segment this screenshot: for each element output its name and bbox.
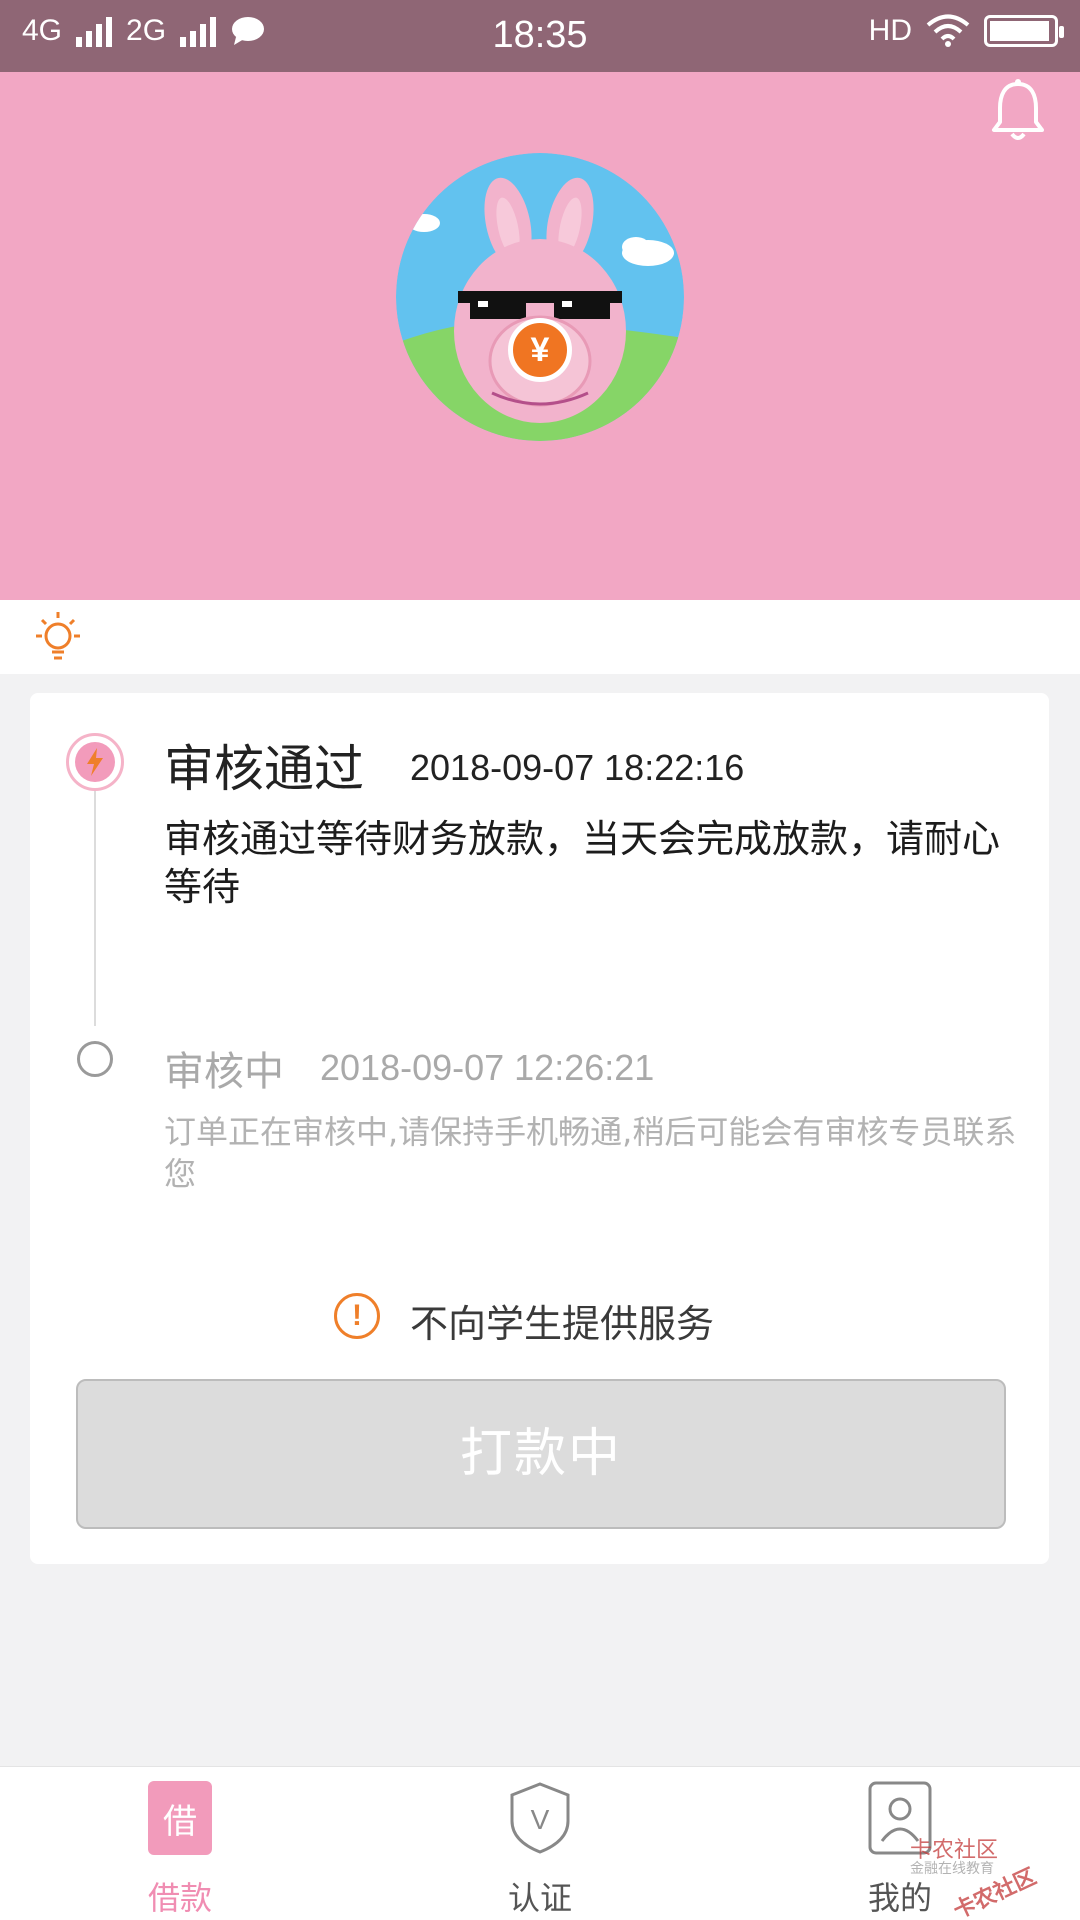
warning-icon: !: [334, 1293, 380, 1339]
coin-icon: ¥: [508, 318, 572, 382]
header-banner: ¥: [0, 72, 1080, 600]
status-bar: 4G 2G 18:35 HD: [0, 0, 1080, 72]
step-title-reviewing: 审核中: [164, 1049, 284, 1095]
nav-item-loan[interactable]: 借 借款: [80, 1781, 280, 1917]
lightbulb-icon[interactable]: [28, 608, 88, 668]
battery-icon: [984, 15, 1064, 47]
bell-icon[interactable]: [990, 78, 1046, 144]
timeline-dot-idle: [77, 1041, 113, 1077]
step-description-approved: 审核通过等待财务放款，当天会完成放款，请耐心等待: [164, 817, 1001, 909]
watermark: 卡农社区 金融在线教育 卡农社区: [880, 1822, 1070, 1920]
nav-item-verify[interactable]: V 认证: [440, 1781, 640, 1917]
notice-text: 不向学生提供服务: [410, 1302, 715, 1346]
watermark-subtext: 金融在线教育: [910, 1861, 994, 1877]
shield-letter: V: [531, 1804, 550, 1835]
timeline-dot-active: [66, 733, 124, 791]
status-bar-right: HD: [868, 14, 1064, 48]
lightning-icon: [87, 748, 103, 776]
payment-status-button[interactable]: 打款中: [76, 1379, 1006, 1529]
piggy-bank-avatar: [396, 153, 684, 441]
step-title-approved: 审核通过: [164, 740, 364, 798]
shield-icon: V: [510, 1782, 570, 1854]
step-time-reviewing: 2018-09-07 12:26:21: [320, 1047, 655, 1088]
hd-indicator: HD: [868, 14, 912, 47]
nav-label-verify: 认证: [507, 1879, 572, 1917]
step-time-approved: 2018-09-07 18:22:16: [410, 747, 745, 788]
student-notice: ! 不向学生提供服务: [30, 1293, 1049, 1349]
wifi-icon: [926, 14, 970, 47]
loan-icon: 借: [148, 1781, 212, 1855]
step-description-reviewing: 订单正在审核中,请保持手机畅通,稍后可能会有审核专员联系您: [164, 1113, 1017, 1193]
tip-bar: [0, 600, 1080, 674]
status-card: 审核通过 2018-09-07 18:22:16 审核通过等待财务放款，当天会完…: [30, 693, 1049, 1564]
timeline-connector: [94, 761, 96, 1026]
nav-label-loan: 借款: [147, 1879, 212, 1917]
